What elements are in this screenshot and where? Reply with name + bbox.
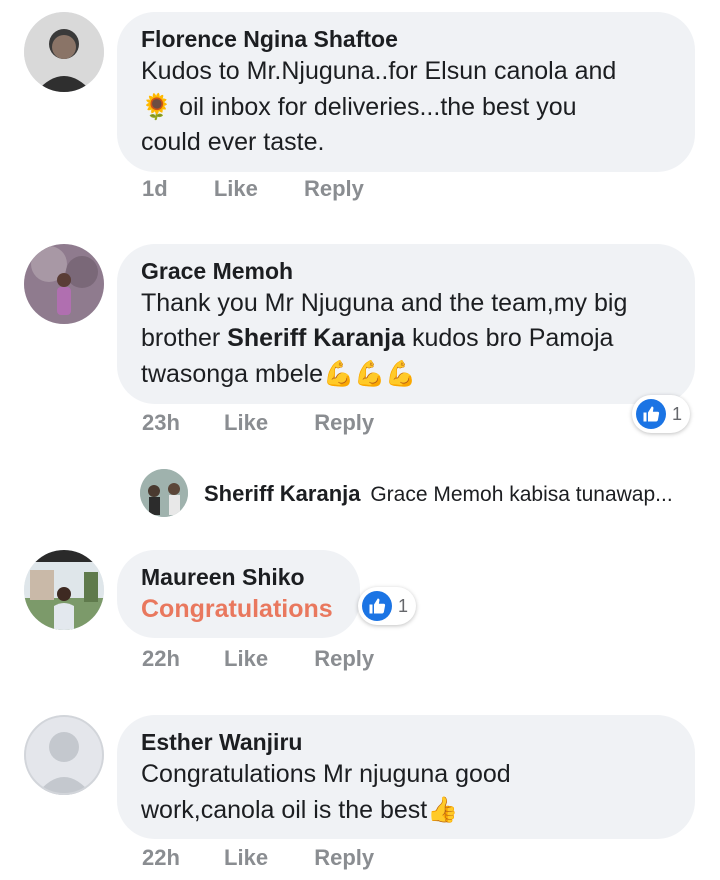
like-button[interactable]: Like (224, 410, 268, 436)
comment-author[interactable]: Maureen Shiko (141, 562, 336, 592)
avatar[interactable] (24, 12, 104, 92)
comment-text: Congratulations (141, 595, 333, 623)
reaction-summary[interactable]: 1 (358, 587, 417, 625)
reply-button[interactable]: Reply (304, 176, 364, 202)
comment-time[interactable]: 23h (142, 410, 180, 436)
comment-time[interactable]: 22h (142, 646, 180, 672)
comment-actions: 1d Like Reply (142, 176, 364, 202)
comment-bubble: Grace Memoh Thank you Mr Njuguna and the… (117, 244, 695, 404)
comment-text-segment: kudos bro Pamoja (405, 324, 614, 352)
comment-text: Thank you Mr Njuguna and the team,my big… (141, 286, 671, 392)
avatar[interactable] (24, 550, 104, 630)
mention-link[interactable]: Sheriff Karanja (227, 324, 405, 352)
like-button[interactable]: Like (224, 646, 268, 672)
flexed-biceps-emoji: 💪💪💪 (323, 359, 417, 388)
reaction-count: 1 (672, 403, 683, 424)
comment-author[interactable]: Grace Memoh (141, 256, 671, 286)
thumbs-up-emoji: 👍 (427, 795, 459, 824)
comment-actions: 22h Like Reply (142, 646, 374, 672)
comment-text-line: Thank you Mr Njuguna and the team,my big (141, 289, 628, 317)
like-button[interactable]: Like (214, 176, 258, 202)
sunflower-emoji: 🌻 (141, 92, 173, 121)
comment-actions: 22h Like Reply (142, 845, 374, 871)
reply-author[interactable]: Sheriff Karanja (204, 481, 361, 506)
comment-text-line: 🌻 oil inbox for deliveries...the best yo… (141, 89, 671, 125)
comment-text-segment: oil inbox for deliveries...the best you (172, 93, 577, 121)
reply-text: Grace Memoh kabisa tunawap... (370, 483, 673, 506)
avatar[interactable] (24, 244, 104, 324)
comment-author[interactable]: Esther Wanjiru (141, 727, 671, 757)
reaction-summary[interactable]: 1 (632, 395, 691, 433)
comment-text-line: could ever taste. (141, 128, 325, 156)
reply-button[interactable]: Reply (314, 845, 374, 871)
comment-actions: 23h Like Reply (142, 410, 374, 436)
comment-bubble: Esther Wanjiru Congratulations Mr njugun… (117, 715, 695, 839)
comment-text-segment: work,canola oil is the best (141, 796, 428, 824)
like-button[interactable]: Like (224, 845, 268, 871)
reply-preview[interactable]: Sheriff Karanja Grace Memoh kabisa tunaw… (204, 481, 673, 507)
thumbs-up-icon (636, 399, 666, 429)
comment-text-line: brother Sheriff Karanja kudos bro Pamoja (141, 321, 671, 356)
comment-text-segment: twasonga mbele (141, 360, 324, 388)
comment-bubble: Maureen Shiko Congratulations (117, 550, 360, 638)
comment-text-line: Kudos to Mr.Njuguna..for Elsun canola an… (141, 57, 617, 85)
comment-text-line: twasonga mbele💪💪💪 (141, 356, 671, 392)
comment-text-line: work,canola oil is the best👍 (141, 792, 671, 828)
reply-button[interactable]: Reply (314, 410, 374, 436)
comment-bubble: Florence Ngina Shaftoe Kudos to Mr.Njugu… (117, 12, 695, 172)
comment-time[interactable]: 1d (142, 176, 168, 202)
default-avatar-icon[interactable] (24, 715, 104, 795)
thumbs-up-icon (362, 591, 392, 621)
reply-button[interactable]: Reply (314, 646, 374, 672)
comment-author[interactable]: Florence Ngina Shaftoe (141, 24, 671, 54)
comment-text-line: Congratulations Mr njuguna good (141, 760, 511, 788)
reaction-count: 1 (398, 595, 409, 616)
comment-text: Kudos to Mr.Njuguna..for Elsun canola an… (141, 54, 671, 160)
reply-avatar[interactable] (140, 469, 188, 517)
comment-time[interactable]: 22h (142, 845, 180, 871)
comment-text: Congratulations Mr njuguna good work,can… (141, 757, 671, 828)
comment-text-segment: brother (141, 324, 228, 352)
